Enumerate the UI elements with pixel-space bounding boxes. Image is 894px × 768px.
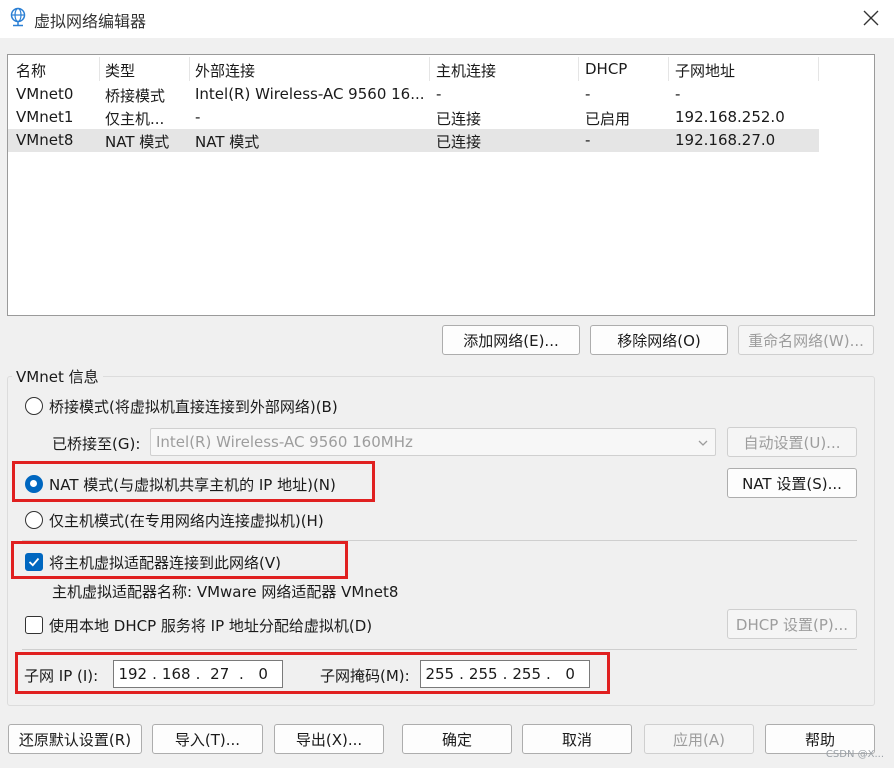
cell-dhcp: 已启用: [585, 110, 631, 128]
highlight-box-adapter: [11, 541, 348, 579]
column-header-dhcp[interactable]: DHCP: [585, 60, 627, 78]
mask-octet[interactable]: 255: [508, 665, 546, 683]
column-header-type[interactable]: 类型: [105, 60, 135, 81]
cell-external: NAT 模式: [195, 133, 260, 151]
ip-octet[interactable]: 27: [201, 665, 239, 683]
cell-subnet: 192.168.252.0: [675, 108, 785, 126]
cancel-button[interactable]: 取消: [522, 724, 632, 754]
column-divider[interactable]: [99, 57, 100, 81]
column-header-subnet[interactable]: 子网地址: [675, 60, 735, 81]
network-globe-icon: [8, 7, 28, 27]
cell-host: -: [436, 85, 442, 103]
highlight-box-nat: [12, 461, 375, 502]
cell-subnet: 192.168.27.0: [675, 131, 776, 149]
mask-octet[interactable]: 255: [421, 665, 459, 683]
list-header: 名称 类型 外部连接 主机连接 DHCP 子网地址: [8, 55, 874, 83]
bridged-label[interactable]: 桥接模式(将虚拟机直接连接到外部网络)(B): [49, 396, 338, 417]
column-header-name[interactable]: 名称: [16, 60, 46, 81]
table-row[interactable]: VMnet1 仅主机... - 已连接 已启用 192.168.252.0: [8, 106, 819, 129]
bridged-to-select[interactable]: Intel(R) Wireless-AC 9560 160MHz: [150, 428, 716, 456]
mask-octet[interactable]: 0: [551, 665, 589, 683]
column-divider[interactable]: [429, 57, 430, 81]
cell-type: 仅主机...: [105, 110, 165, 128]
close-button[interactable]: [848, 0, 894, 36]
remove-network-button[interactable]: 移除网络(O): [590, 325, 728, 355]
adapter-name-label: 主机虚拟适配器名称: VMware 网络适配器 VMnet8: [52, 583, 399, 601]
vmnet-info-label: VMnet 信息: [12, 366, 103, 387]
export-button[interactable]: 导出(X)...: [274, 724, 384, 754]
cell-name: VMnet8: [16, 131, 74, 149]
cell-type: 桥接模式: [105, 87, 166, 105]
table-row[interactable]: VMnet0 桥接模式 Intel(R) Wireless-AC 9560 16…: [8, 83, 819, 106]
bridged-to-label: 已桥接至(G):: [52, 435, 141, 453]
bridged-radio[interactable]: [25, 397, 43, 415]
ip-octet[interactable]: 192: [114, 665, 152, 683]
add-network-button[interactable]: 添加网络(E)...: [442, 325, 580, 355]
cell-dhcp: -: [585, 131, 591, 149]
cell-host: 已连接: [436, 133, 482, 151]
column-divider[interactable]: [818, 57, 819, 81]
subnet-mask-input[interactable]: 255 . 255 . 255 . 0: [420, 660, 590, 688]
mask-octet[interactable]: 255: [464, 665, 502, 683]
cell-name: VMnet1: [16, 108, 74, 126]
ip-octet[interactable]: 168: [157, 665, 195, 683]
table-row-selected[interactable]: VMnet8 NAT 模式 NAT 模式 已连接 - 192.168.27.0: [8, 129, 819, 152]
restore-defaults-button[interactable]: 还原默认设置(R): [8, 724, 142, 754]
cell-name: VMnet0: [16, 85, 74, 103]
cell-host: 已连接: [436, 110, 482, 128]
dhcp-settings-button[interactable]: DHCP 设置(P)...: [727, 609, 857, 639]
nat-settings-button[interactable]: NAT 设置(S)...: [727, 468, 857, 498]
column-divider[interactable]: [189, 57, 190, 81]
subnet-ip-label: 子网 IP (I):: [24, 667, 99, 685]
column-header-host[interactable]: 主机连接: [436, 60, 496, 81]
cell-external: Intel(R) Wireless-AC 9560 16...: [195, 85, 423, 103]
apply-button[interactable]: 应用(A): [644, 724, 754, 754]
import-button[interactable]: 导入(T)...: [152, 724, 263, 754]
title-bar: 虚拟网络编辑器: [0, 0, 894, 38]
cell-subnet: -: [675, 85, 681, 103]
close-icon: [863, 10, 879, 26]
window-title: 虚拟网络编辑器: [34, 12, 147, 31]
chevron-down-icon: [698, 440, 708, 446]
column-header-external[interactable]: 外部连接: [195, 60, 255, 81]
column-divider[interactable]: [578, 57, 579, 81]
auto-settings-button[interactable]: 自动设置(U)...: [727, 427, 857, 457]
cell-type: NAT 模式: [105, 133, 170, 151]
watermark: CSDN @X...: [825, 749, 884, 760]
column-divider[interactable]: [668, 57, 669, 81]
subnet-mask-label: 子网掩码(M):: [320, 667, 410, 685]
rename-network-button[interactable]: 重命名网络(W)...: [738, 325, 874, 355]
network-list[interactable]: 名称 类型 外部连接 主机连接 DHCP 子网地址 VMnet0 桥接模式 In…: [7, 54, 875, 316]
cell-external: -: [195, 108, 201, 126]
dhcp-label[interactable]: 使用本地 DHCP 服务将 IP 地址分配给虚拟机(D): [49, 615, 372, 636]
ip-octet[interactable]: 0: [244, 665, 282, 683]
subnet-ip-input[interactable]: 192 . 168 . 27 . 0: [113, 660, 283, 688]
divider: [22, 649, 857, 650]
dhcp-checkbox[interactable]: [25, 616, 43, 634]
bridged-to-value: Intel(R) Wireless-AC 9560 160MHz: [156, 433, 413, 451]
cell-dhcp: -: [585, 85, 591, 103]
ok-button[interactable]: 确定: [402, 724, 512, 754]
host-only-label[interactable]: 仅主机模式(在专用网络内连接虚拟机)(H): [49, 510, 324, 531]
host-only-radio[interactable]: [25, 511, 43, 529]
